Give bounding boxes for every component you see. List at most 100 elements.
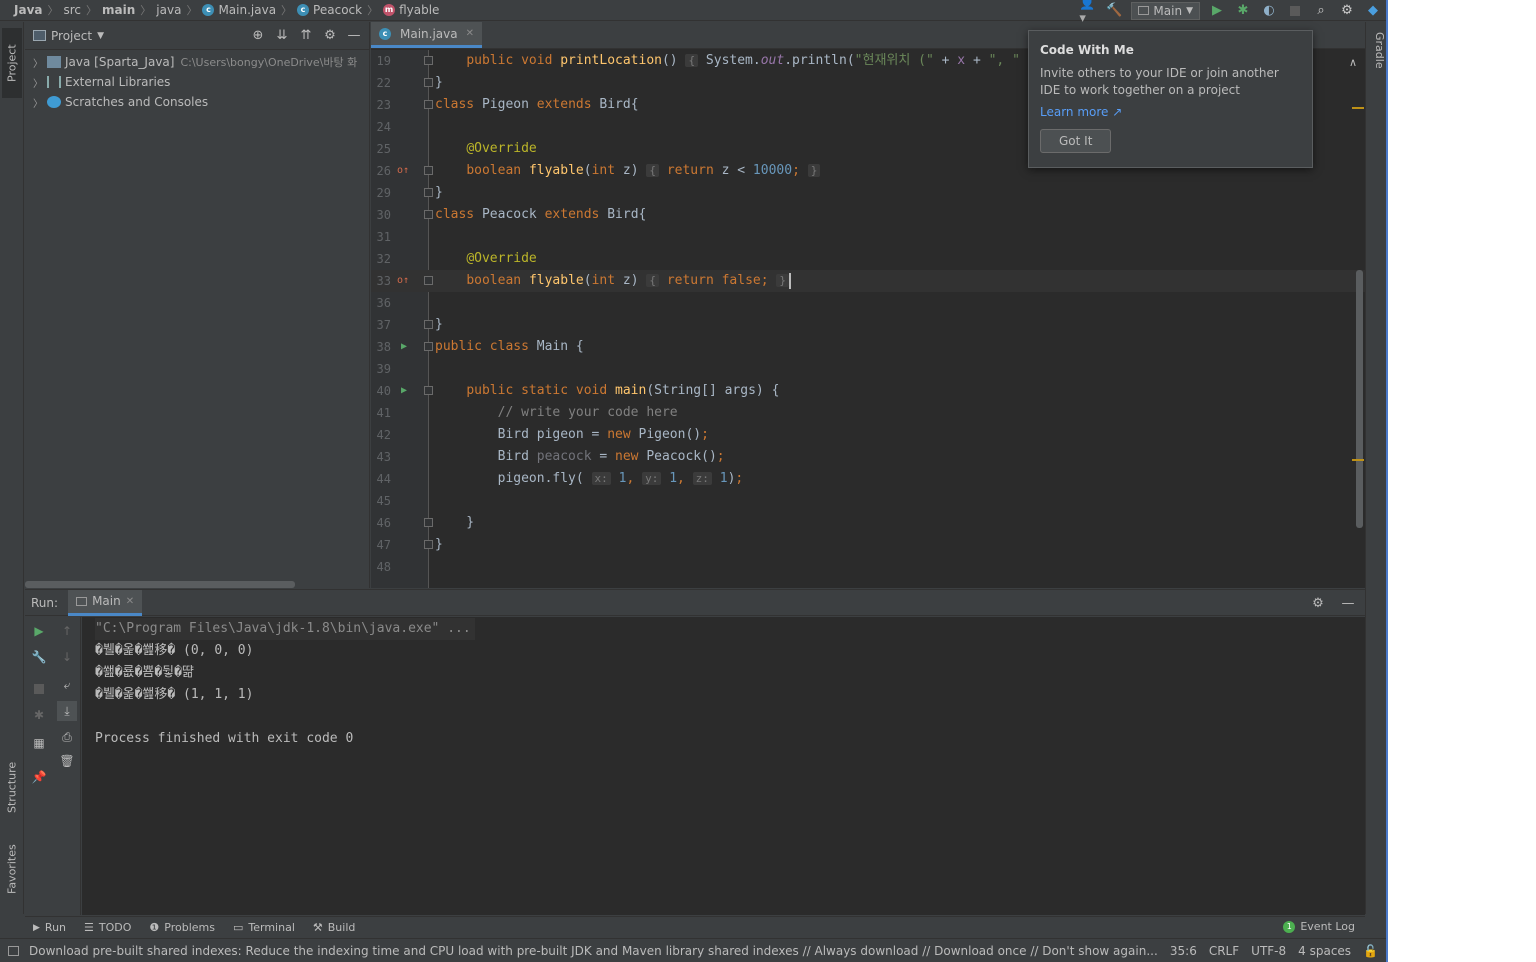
scroll-to-end-icon[interactable]: ⤓ xyxy=(57,701,77,721)
arrow-up-icon[interactable]: ↑ xyxy=(59,623,75,639)
status-message[interactable]: Download pre-built shared indexes: Reduc… xyxy=(29,944,1179,958)
fold-icon[interactable] xyxy=(424,188,433,197)
warning-marker[interactable] xyxy=(1352,459,1364,461)
tab-project[interactable]: Project xyxy=(2,28,22,98)
override-icon[interactable]: o↑ xyxy=(397,270,409,292)
code-line[interactable]: 45 xyxy=(371,490,1365,512)
project-view-selector[interactable]: Project ▼ xyxy=(33,29,104,43)
pin-icon[interactable]: 📌 xyxy=(31,769,47,785)
code-line[interactable]: 47} xyxy=(371,534,1365,556)
code-line[interactable]: 37} xyxy=(371,314,1365,336)
collapse-all-icon[interactable]: ⇈ xyxy=(297,26,315,44)
breadcrumb-class[interactable]: c Peacock 〉 xyxy=(297,2,383,18)
minimize-icon[interactable]: — xyxy=(345,26,363,44)
code-line[interactable]: 44 pigeon.fly( x: 1, y: 1, z: 1); xyxy=(371,468,1365,490)
fold-icon[interactable] xyxy=(424,166,433,175)
line-separator[interactable]: CRLF xyxy=(1209,944,1239,958)
warning-marker[interactable] xyxy=(1352,107,1364,109)
bottom-tab-build[interactable]: ⚒ Build xyxy=(313,921,356,934)
fold-icon[interactable] xyxy=(424,386,433,395)
fold-icon[interactable] xyxy=(424,276,433,285)
run-icon[interactable]: ▶ xyxy=(1208,2,1226,20)
lock-icon[interactable]: 🔓 xyxy=(1363,944,1378,958)
tree-item-scratches[interactable]: 〉 Scratches and Consoles xyxy=(25,92,369,112)
fold-icon[interactable] xyxy=(424,100,433,109)
print-icon[interactable]: ⎙ xyxy=(59,729,75,745)
debug-icon[interactable]: ✱ xyxy=(1234,2,1252,20)
indent-setting[interactable]: 4 spaces xyxy=(1298,944,1351,958)
bottom-tab-run[interactable]: ▶ Run xyxy=(33,921,66,934)
code-line[interactable]: 33 o↑ boolean flyable(int z) { return fal… xyxy=(371,270,1365,292)
code-line[interactable]: 32 @Override xyxy=(371,248,1365,270)
tree-item-external-libraries[interactable]: 〉 External Libraries xyxy=(25,72,369,92)
fold-icon[interactable] xyxy=(424,56,433,65)
fold-icon[interactable] xyxy=(424,320,433,329)
run-tab-main[interactable]: Main ✕ xyxy=(68,589,143,616)
stop-icon[interactable] xyxy=(31,681,47,697)
window-icon[interactable] xyxy=(8,945,19,956)
search-icon[interactable]: ⌕ xyxy=(1312,2,1330,20)
caret-position[interactable]: 35:6 xyxy=(1170,944,1197,958)
vertical-scrollbar[interactable] xyxy=(1356,270,1363,528)
breadcrumb-file[interactable]: c Main.java 〉 xyxy=(202,2,297,18)
bug-icon[interactable]: ✱ xyxy=(31,707,47,723)
tab-gradle[interactable]: Gradle xyxy=(1367,32,1386,69)
build-hammer-icon[interactable]: 🔨 xyxy=(1105,2,1123,20)
run-configuration-select[interactable]: Main ▼ xyxy=(1131,1,1200,20)
code-line[interactable]: 39 xyxy=(371,358,1365,380)
layout-icon[interactable]: ▦ xyxy=(31,735,47,751)
code-line[interactable]: 36 xyxy=(371,292,1365,314)
breadcrumb-java[interactable]: java 〉 xyxy=(156,2,202,18)
minimize-icon[interactable]: — xyxy=(1339,594,1357,612)
close-icon[interactable]: ✕ xyxy=(466,28,474,39)
trash-icon[interactable]: 🗑 xyxy=(59,753,75,769)
horizontal-scrollbar[interactable] xyxy=(25,581,295,588)
fold-icon[interactable] xyxy=(424,78,433,87)
gear-icon[interactable]: ⚙ xyxy=(1338,2,1356,20)
rerun-icon[interactable]: ▶ xyxy=(31,623,47,639)
toolbox-icon[interactable]: ◆ xyxy=(1364,2,1382,20)
expand-all-icon[interactable]: ⇊ xyxy=(273,26,291,44)
coverage-icon[interactable]: ◐ xyxy=(1260,2,1278,20)
fold-icon[interactable] xyxy=(424,540,433,549)
code-line[interactable]: 38 ▶ public class Main { xyxy=(371,336,1365,358)
code-line[interactable]: 48 xyxy=(371,556,1365,578)
chevron-up-icon[interactable]: ∧ xyxy=(1349,56,1357,69)
bottom-tab-terminal[interactable]: ▭ Terminal xyxy=(233,921,295,934)
gear-icon[interactable]: ⚙ xyxy=(1309,594,1327,612)
bottom-tab-problems[interactable]: ❶ Problems xyxy=(149,921,215,934)
breadcrumb-src[interactable]: src 〉 xyxy=(63,2,102,18)
tab-favorites[interactable]: Favorites xyxy=(2,834,22,904)
locate-icon[interactable]: ⊕ xyxy=(249,26,267,44)
code-line[interactable]: 30 class Peacock extends Bird{ xyxy=(371,204,1365,226)
code-line[interactable]: 43 Bird peacock = new Peacock(); xyxy=(371,446,1365,468)
gear-icon[interactable]: ⚙ xyxy=(321,26,339,44)
code-line[interactable]: 29} xyxy=(371,182,1365,204)
breadcrumb-method[interactable]: m flyable xyxy=(383,3,439,17)
close-icon[interactable]: ✕ xyxy=(126,596,134,607)
tree-item-project[interactable]: 〉 Java [Sparta_Java] C:\Users\bongy\OneD… xyxy=(25,52,369,72)
fold-icon[interactable] xyxy=(424,518,433,527)
event-log-button[interactable]: 1 Event Log xyxy=(1283,920,1355,933)
fold-icon[interactable] xyxy=(424,342,433,351)
code-line[interactable]: 42 Bird pigeon = new Pigeon(); xyxy=(371,424,1365,446)
bottom-tab-todo[interactable]: ☰ TODO xyxy=(84,921,131,934)
fold-icon[interactable] xyxy=(424,210,433,219)
soft-wrap-icon[interactable]: ⤶ xyxy=(59,677,75,693)
file-encoding[interactable]: UTF-8 xyxy=(1251,944,1286,958)
code-line[interactable]: 46 } xyxy=(371,512,1365,534)
override-icon[interactable]: o↑ xyxy=(397,160,409,182)
code-with-me-icon[interactable]: 👤▾ xyxy=(1079,0,1097,26)
console-output[interactable]: "C:\Program Files\Java\jdk-1.8\bin\java.… xyxy=(82,617,1365,915)
breadcrumb-main[interactable]: main 〉 xyxy=(102,2,156,18)
code-line[interactable]: 31 xyxy=(371,226,1365,248)
run-gutter-icon[interactable]: ▶ xyxy=(401,380,407,402)
run-gutter-icon[interactable]: ▶ xyxy=(401,336,407,358)
code-line[interactable]: 40 ▶ public static void main(String[] arg… xyxy=(371,380,1365,402)
arrow-down-icon[interactable]: ↓ xyxy=(59,649,75,665)
wrench-icon[interactable]: 🔧 xyxy=(31,649,47,665)
stop-icon[interactable] xyxy=(1286,2,1304,20)
tab-structure[interactable]: Structure xyxy=(2,752,22,822)
code-line[interactable]: 41 // write your code here xyxy=(371,402,1365,424)
learn-more-link[interactable]: Learn more ↗ xyxy=(1040,105,1301,119)
